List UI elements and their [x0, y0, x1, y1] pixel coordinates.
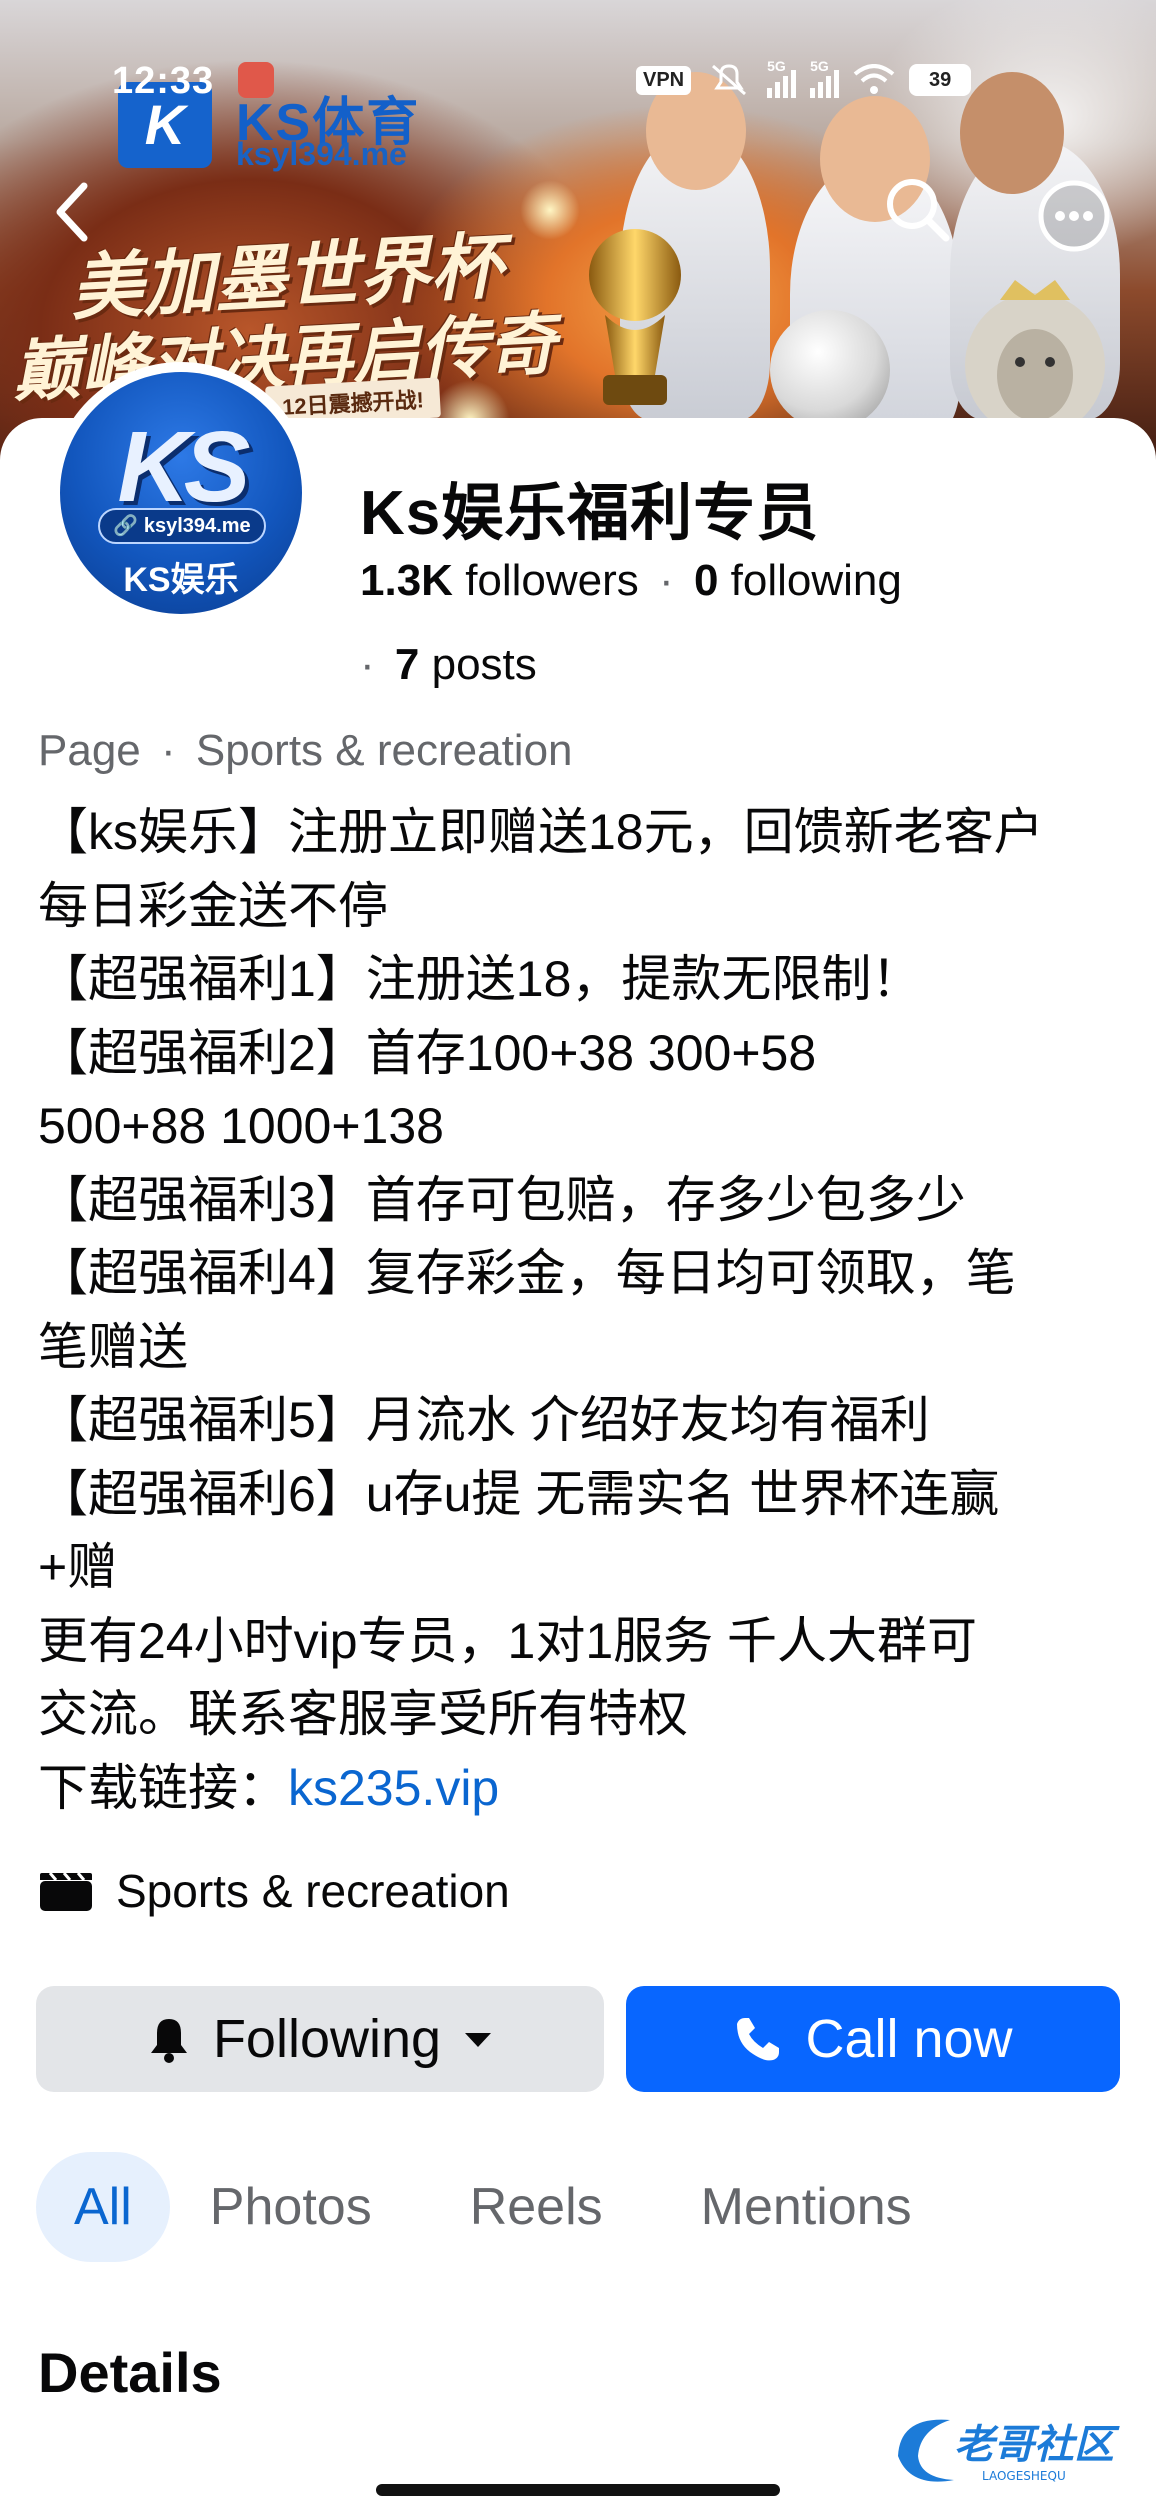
separator-dot: · [161, 726, 176, 775]
download-link[interactable]: ks235.vip [288, 1760, 499, 1816]
bio-text: 【ks娱乐】注册立即赠送18元，回馈新老客户 每日彩金送不停 【超强福利1】注册… [38, 796, 1128, 1825]
following-label[interactable]: following [731, 556, 902, 605]
bio-line: +赠 [38, 1539, 118, 1595]
network-type-label: 5G [767, 58, 786, 74]
page-type-label: Page [38, 726, 141, 775]
bio-line: 【超强福利6】u存u提 无需实名 世界杯连赢 [38, 1465, 1000, 1522]
avatar[interactable]: KS 🔗 ksyl394.me KS娱乐 [60, 372, 302, 614]
wifi-icon [853, 64, 895, 94]
profile-stats: 1.3K followers · 0 following [360, 556, 902, 606]
details-section-title: Details [38, 2341, 222, 2404]
posts-label: posts [431, 640, 537, 689]
status-icons: VPN 5G 5G 39 [636, 58, 972, 100]
page-type-category: Page · Sports & recreation [38, 726, 573, 776]
category-info-label: Sports & recreation [116, 1865, 510, 1917]
battery-icon: 39 [909, 64, 972, 96]
bio-line: 【ks娱乐】注册立即赠送18元，回馈新老客户 [38, 804, 1044, 860]
bio-line: 500+88 1000+138 [38, 1098, 444, 1154]
page-title: Ks娱乐福利专员 [360, 479, 820, 548]
separator-dot: · [659, 556, 674, 605]
status-time: 12:33 [112, 60, 215, 102]
bell-muted-icon [712, 64, 747, 96]
tab-all[interactable]: All [36, 2152, 170, 2262]
back-arrow-icon[interactable] [40, 172, 104, 252]
bio-download-line: 下载链接：ks235.vip [38, 1752, 1128, 1826]
bio-line: 【超强福利4】复存彩金，每日均可领取，笔 [38, 1245, 1016, 1301]
bio-line: 【超强福利1】注册送18，提款无限制！ [38, 951, 922, 1007]
following-button[interactable]: Following [36, 1986, 604, 2092]
laogeshequ-watermark-logo: 老哥社区 LAOGESHEQU [898, 2419, 1120, 2483]
more-options-icon[interactable] [1036, 178, 1112, 254]
page-category-label: Sports & recreation [195, 726, 573, 775]
bell-icon [150, 2019, 187, 2063]
avatar-label: KS娱乐 [123, 561, 239, 599]
bio-line: 【超强福利2】首存100+38 300+58 [38, 1024, 817, 1081]
posts-count: 7 [394, 640, 420, 689]
link-icon: 🔗 [113, 515, 139, 537]
bio-line: 【超强福利5】月流水 介绍好友均有福利 [38, 1392, 930, 1448]
bio-line: 笔赠送 [38, 1318, 188, 1375]
bio-line: 【超强福利3】首存可包赔，存多少包多少 [38, 1171, 966, 1228]
caret-down-icon [465, 2033, 492, 2047]
following-button-label: Following [212, 2009, 442, 2069]
category-info-row: Sports & recreation [38, 1864, 510, 1918]
football-image [770, 310, 890, 430]
separator-dot: · [360, 640, 375, 689]
cell-signal-icon: 5G [767, 58, 797, 98]
watermark-subtext: LAOGESHEQU [982, 2469, 1066, 2483]
tab-photos[interactable]: Photos [210, 2152, 372, 2262]
search-icon[interactable] [880, 172, 956, 248]
cover-sparkle [520, 180, 580, 240]
upload-notification-icon [238, 62, 274, 98]
profile-tabs: All Photos Reels Mentions [36, 2152, 912, 2262]
download-prefix: 下载链接： [38, 1759, 288, 1816]
call-now-label: Call now [805, 2009, 1013, 2069]
network-type-label: 5G [810, 58, 829, 74]
bio-line: 每日彩金送不停 [38, 877, 388, 934]
lion-image [965, 280, 1105, 437]
player-head [960, 72, 1064, 194]
followers-count[interactable]: 1.3K [360, 556, 453, 605]
call-now-button[interactable]: Call now [626, 1986, 1120, 2092]
world-cup-trophy-image [589, 229, 681, 405]
following-count[interactable]: 0 [694, 556, 718, 605]
home-indicator[interactable] [376, 2484, 780, 2496]
avatar-url-badge: 🔗 ksyl394.me [98, 508, 266, 544]
phone-icon [737, 2018, 780, 2061]
cell-signal-icon: 5G [810, 58, 840, 98]
profile-stats-posts: · 7 posts [360, 640, 537, 690]
avatar-url-text: ksyl394.me [143, 515, 251, 537]
bio-line: 交流。联系客服享受所有特权 [38, 1686, 688, 1742]
tab-mentions[interactable]: Mentions [701, 2152, 912, 2262]
tab-reels[interactable]: Reels [470, 2152, 603, 2262]
clapperboard-icon [40, 1872, 92, 1911]
followers-label[interactable]: followers [465, 556, 639, 605]
vpn-badge: VPN [636, 65, 692, 95]
cover-brand-url: ksyl394.me [236, 136, 407, 172]
bio-line: 更有24小时vip专员，1对1服务 千人大群可 [38, 1612, 978, 1669]
watermark-text: 老哥社区 [954, 2422, 1120, 2468]
